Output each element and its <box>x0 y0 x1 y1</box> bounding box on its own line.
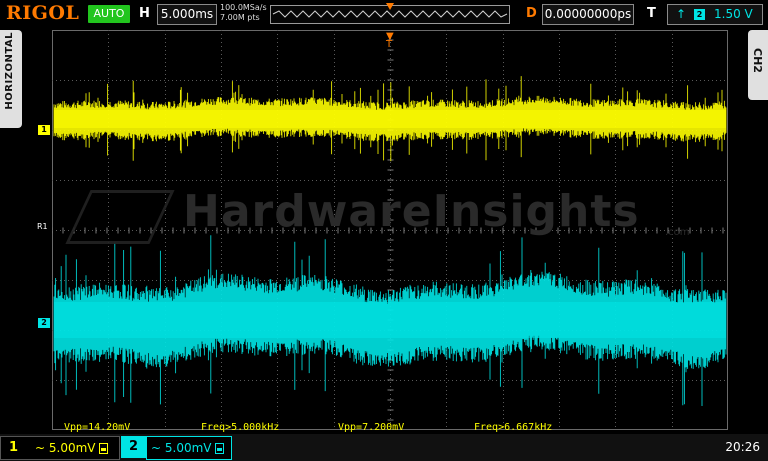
watermark-text: HardwareInsights <box>183 186 640 237</box>
trigger-position-marker <box>386 3 394 10</box>
horizontal-menu-tab[interactable]: HORIZONTAL <box>0 30 22 128</box>
ch2-trace-core <box>54 302 726 338</box>
run-status-badge[interactable]: AUTO <box>88 5 130 23</box>
timebase-readout[interactable]: 5.000ms <box>157 4 217 25</box>
trigger-level: 1.50 V <box>714 7 753 21</box>
ref-marker: R1 <box>37 222 48 231</box>
rising-edge-icon: ↑ <box>676 7 687 21</box>
delay-readout[interactable]: 0.00000000ps <box>542 4 634 25</box>
ch2-number: 2 <box>129 439 139 454</box>
horizontal-indicator: H <box>139 6 150 21</box>
ch2-tab-label: CH2 <box>751 48 764 73</box>
top-bar: RIGOL AUTO H 5.000ms 100.0MSa/s 7.00M pt… <box>0 0 768 28</box>
ch2-scale: ~ 5.00mV <box>151 441 224 455</box>
watermark-suffix: .com <box>665 227 690 238</box>
trigger-time-marker: ▼ T <box>386 31 394 50</box>
ch1-trace-core <box>54 110 726 128</box>
clock: 20:26 <box>725 440 760 454</box>
delay-indicator: D <box>526 6 537 21</box>
ch2-scale-text: ~ 5.00mV <box>151 441 212 455</box>
bandwidth-limit-icon <box>98 443 108 454</box>
sample-rate: 100.0MSa/s <box>220 3 267 12</box>
acquisition-info: 100.0MSa/s 7.00M pts <box>220 3 267 23</box>
ch2-scale-box[interactable]: ~ 5.00mV <box>146 436 232 460</box>
measurement-freq-ch1: Freq>5.000kHz <box>201 422 280 433</box>
bottom-bar: 1 ~ 5.00mV 2 ~ 5.00mV 20:26 <box>0 434 768 461</box>
ch1-scale: ~ 5.00mV <box>35 441 108 455</box>
ch2-offset-marker[interactable]: 2 <box>38 318 50 328</box>
ch1-scale-text: ~ 5.00mV <box>35 441 96 455</box>
ch1-number: 1 <box>9 440 19 455</box>
measurement-vpp-ch1: Vpp=14.20mV <box>64 422 131 433</box>
horizontal-tab-label: HORIZONTAL <box>4 32 15 110</box>
measurement-freq-ch2: Freq>6.667kHz <box>474 422 553 433</box>
ch1-settings-button[interactable]: 1 ~ 5.00mV <box>0 436 120 460</box>
trigger-indicator: T <box>647 6 656 21</box>
ch2-menu-tab[interactable]: CH2 <box>748 30 768 100</box>
bandwidth-limit-icon <box>214 443 224 454</box>
brand-logo: RIGOL <box>6 2 80 24</box>
trigger-readout[interactable]: ↑ 2 1.50 V <box>667 4 763 25</box>
memory-depth: 7.00M pts <box>220 13 260 22</box>
measurement-vpp-ch2: Vpp=7.200mV <box>338 422 405 433</box>
ch1-offset-marker[interactable]: 1 <box>38 125 50 135</box>
trigger-source-badge: 2 <box>694 9 705 20</box>
